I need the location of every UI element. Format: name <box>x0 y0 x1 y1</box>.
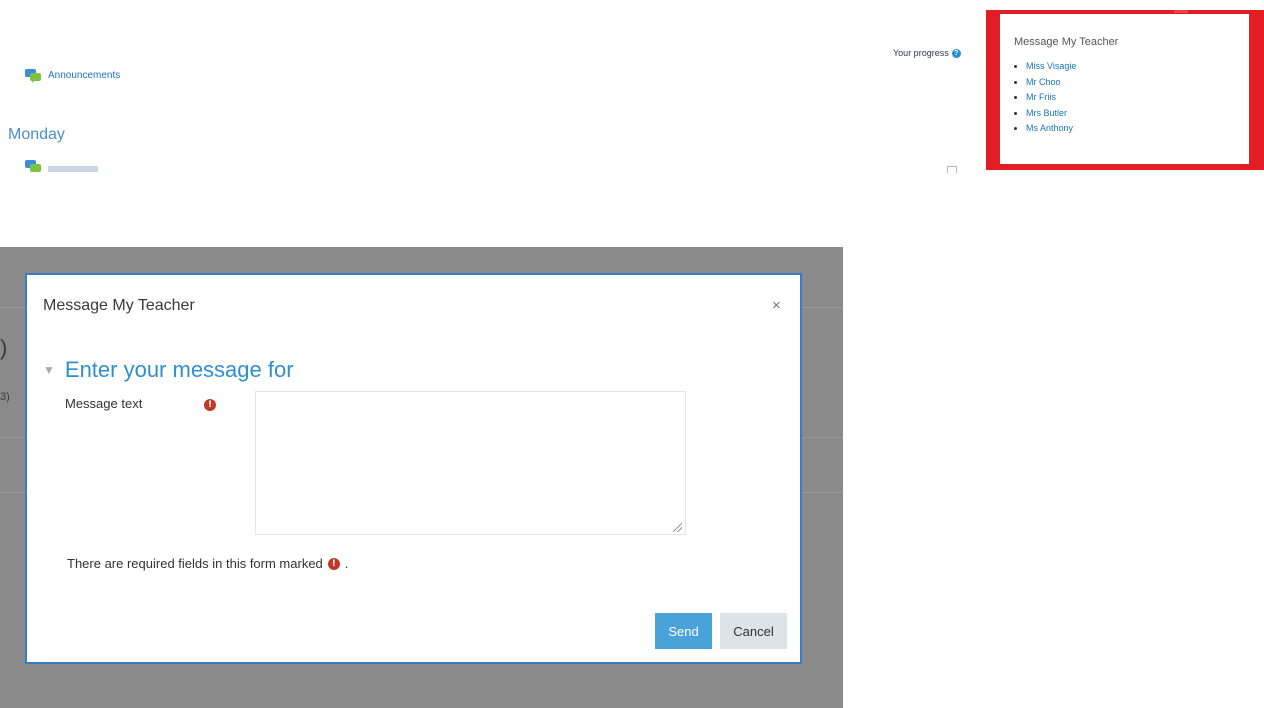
close-icon[interactable]: × <box>772 297 781 314</box>
background-fragment-paren: ) <box>0 335 8 360</box>
required-note-period: . <box>344 556 349 571</box>
modal-title: Message My Teacher <box>43 297 195 314</box>
legend-text: Enter your message for <box>64 357 294 382</box>
teacher-link-choo[interactable]: Mr Choo <box>1026 75 1076 91</box>
message-textarea[interactable] <box>255 391 686 535</box>
form-fieldset-legend[interactable]: ▼ Enter your message for <box>43 357 294 383</box>
required-fields-note: There are required fields in this form m… <box>67 556 348 571</box>
forum-icon <box>25 69 41 83</box>
collapse-caret-icon: ▼ <box>43 363 55 377</box>
forum-icon <box>25 160 41 172</box>
progress-indicator: Your progress ? <box>893 48 961 58</box>
send-button[interactable]: Send <box>655 613 712 649</box>
cut-off-activity-label <box>48 166 98 172</box>
message-modal: Message My Teacher × ▼ Enter your messag… <box>25 273 802 664</box>
cut-off-activity[interactable] <box>24 160 98 172</box>
message-teacher-block-content: Message My Teacher Miss Visagie Mr Choo … <box>1000 14 1249 164</box>
cancel-button[interactable]: Cancel <box>720 613 787 649</box>
message-text-label: Message text <box>65 396 143 411</box>
block-title: Message My Teacher <box>1014 36 1119 48</box>
required-icon: ! <box>327 557 340 570</box>
required-note-text: There are required fields in this form m… <box>67 556 323 571</box>
teacher-link-visagie[interactable]: Miss Visagie <box>1026 59 1076 75</box>
teacher-link-friis[interactable]: Mr Friis <box>1026 90 1076 106</box>
announcements-link[interactable]: Announcements <box>24 68 120 83</box>
background-fragment-count: 3) <box>0 391 10 403</box>
completion-checkbox[interactable] <box>947 166 957 173</box>
progress-label: Your progress <box>893 48 949 58</box>
teacher-link-anthony[interactable]: Ms Anthony <box>1026 121 1076 137</box>
resize-handle-icon[interactable] <box>673 523 682 532</box>
teacher-link-butler[interactable]: Mrs Butler <box>1026 106 1076 122</box>
help-icon[interactable]: ? <box>951 48 961 58</box>
course-page-fragment: Announcements Monday Your progress ? <box>0 0 990 180</box>
announcements-label: Announcements <box>48 70 121 81</box>
required-icon: ! <box>204 399 216 411</box>
section-title: Monday <box>8 126 65 143</box>
message-teacher-block: Message My Teacher Miss Visagie Mr Choo … <box>986 10 1264 170</box>
teacher-list: Miss Visagie Mr Choo Mr Friis Mrs Butler… <box>1014 59 1076 137</box>
block-edge-marker <box>1174 10 1188 13</box>
